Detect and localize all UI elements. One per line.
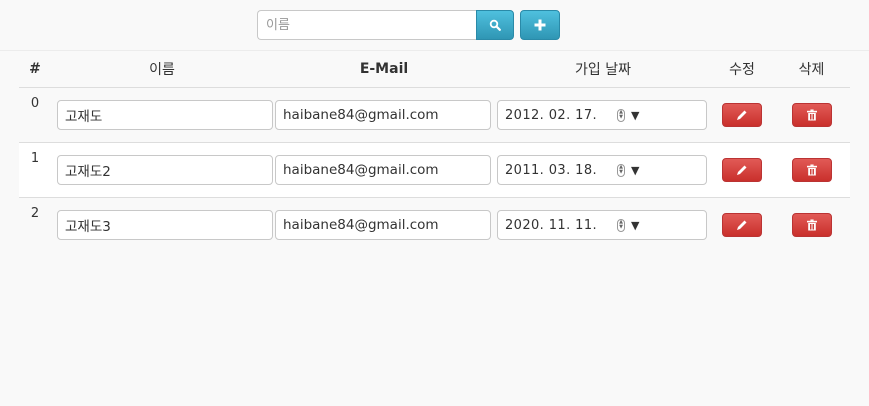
spinner-icon[interactable]: ▲ ▼ bbox=[617, 218, 625, 232]
date-field[interactable]: 2012. 02. 17. ▲ ▼ ▼ bbox=[497, 100, 707, 130]
search-bar bbox=[257, 10, 560, 40]
table-row: 0 2012. 02. 17. ▲▼ ▼ bbox=[19, 87, 850, 143]
search-input[interactable] bbox=[257, 10, 476, 40]
table-header-row: # 이름 E-Mail 가입 날짜 수정 삭제 bbox=[19, 51, 850, 88]
header-edit: 수정 bbox=[711, 51, 773, 88]
pencil-icon bbox=[737, 220, 747, 230]
search-button[interactable] bbox=[476, 10, 514, 40]
spinner-icon[interactable]: ▲ ▼ bbox=[617, 163, 625, 177]
search-icon bbox=[489, 19, 501, 31]
delete-button[interactable] bbox=[791, 158, 832, 182]
table-row: 1 2011. 03. 18. ▲▼ ▼ bbox=[19, 142, 850, 198]
header-delete: 삭제 bbox=[773, 51, 850, 88]
add-button[interactable] bbox=[520, 10, 560, 40]
name-field[interactable] bbox=[57, 210, 273, 240]
header-date: 가입 날짜 bbox=[495, 51, 711, 88]
delete-button[interactable] bbox=[791, 213, 832, 237]
delete-button[interactable] bbox=[791, 103, 832, 127]
date-value: 2012. 02. 17. bbox=[505, 107, 598, 123]
name-field[interactable] bbox=[57, 155, 273, 185]
dropdown-arrow-icon[interactable]: ▼ bbox=[631, 164, 639, 177]
pencil-icon bbox=[737, 110, 747, 120]
row-index: 2 bbox=[19, 197, 51, 252]
plus-icon bbox=[534, 19, 546, 31]
header-email: E-Mail bbox=[273, 51, 495, 88]
email-field[interactable] bbox=[275, 210, 491, 240]
edit-button[interactable] bbox=[722, 158, 762, 182]
dropdown-arrow-icon[interactable]: ▼ bbox=[631, 109, 639, 122]
spinner-icon[interactable]: ▲ ▼ bbox=[617, 108, 625, 122]
user-table: # 이름 E-Mail 가입 날짜 수정 삭제 0 2012. 02. 17. … bbox=[19, 51, 850, 252]
pencil-icon bbox=[737, 165, 747, 175]
date-field[interactable]: 2020. 11. 11. ▲ ▼ ▼ bbox=[497, 210, 707, 240]
date-field[interactable]: 2011. 03. 18. ▲ ▼ ▼ bbox=[497, 155, 707, 185]
trash-icon bbox=[806, 164, 817, 176]
header-name: 이름 bbox=[51, 51, 273, 88]
row-index: 0 bbox=[19, 87, 51, 143]
table-row: 2 2020. 11. 11. ▲▼ ▼ bbox=[19, 197, 850, 252]
email-field[interactable] bbox=[275, 155, 491, 185]
row-index: 1 bbox=[19, 142, 51, 198]
date-value: 2020. 11. 11. bbox=[505, 217, 598, 233]
date-value: 2011. 03. 18. bbox=[505, 162, 598, 178]
edit-button[interactable] bbox=[722, 213, 762, 237]
trash-icon bbox=[806, 219, 817, 231]
name-field[interactable] bbox=[57, 100, 273, 130]
email-field[interactable] bbox=[275, 100, 491, 130]
header-num: # bbox=[19, 51, 51, 88]
dropdown-arrow-icon[interactable]: ▼ bbox=[631, 219, 639, 232]
trash-icon bbox=[806, 109, 817, 121]
edit-button[interactable] bbox=[722, 103, 762, 127]
page: # 이름 E-Mail 가입 날짜 수정 삭제 0 2012. 02. 17. … bbox=[0, 0, 869, 406]
